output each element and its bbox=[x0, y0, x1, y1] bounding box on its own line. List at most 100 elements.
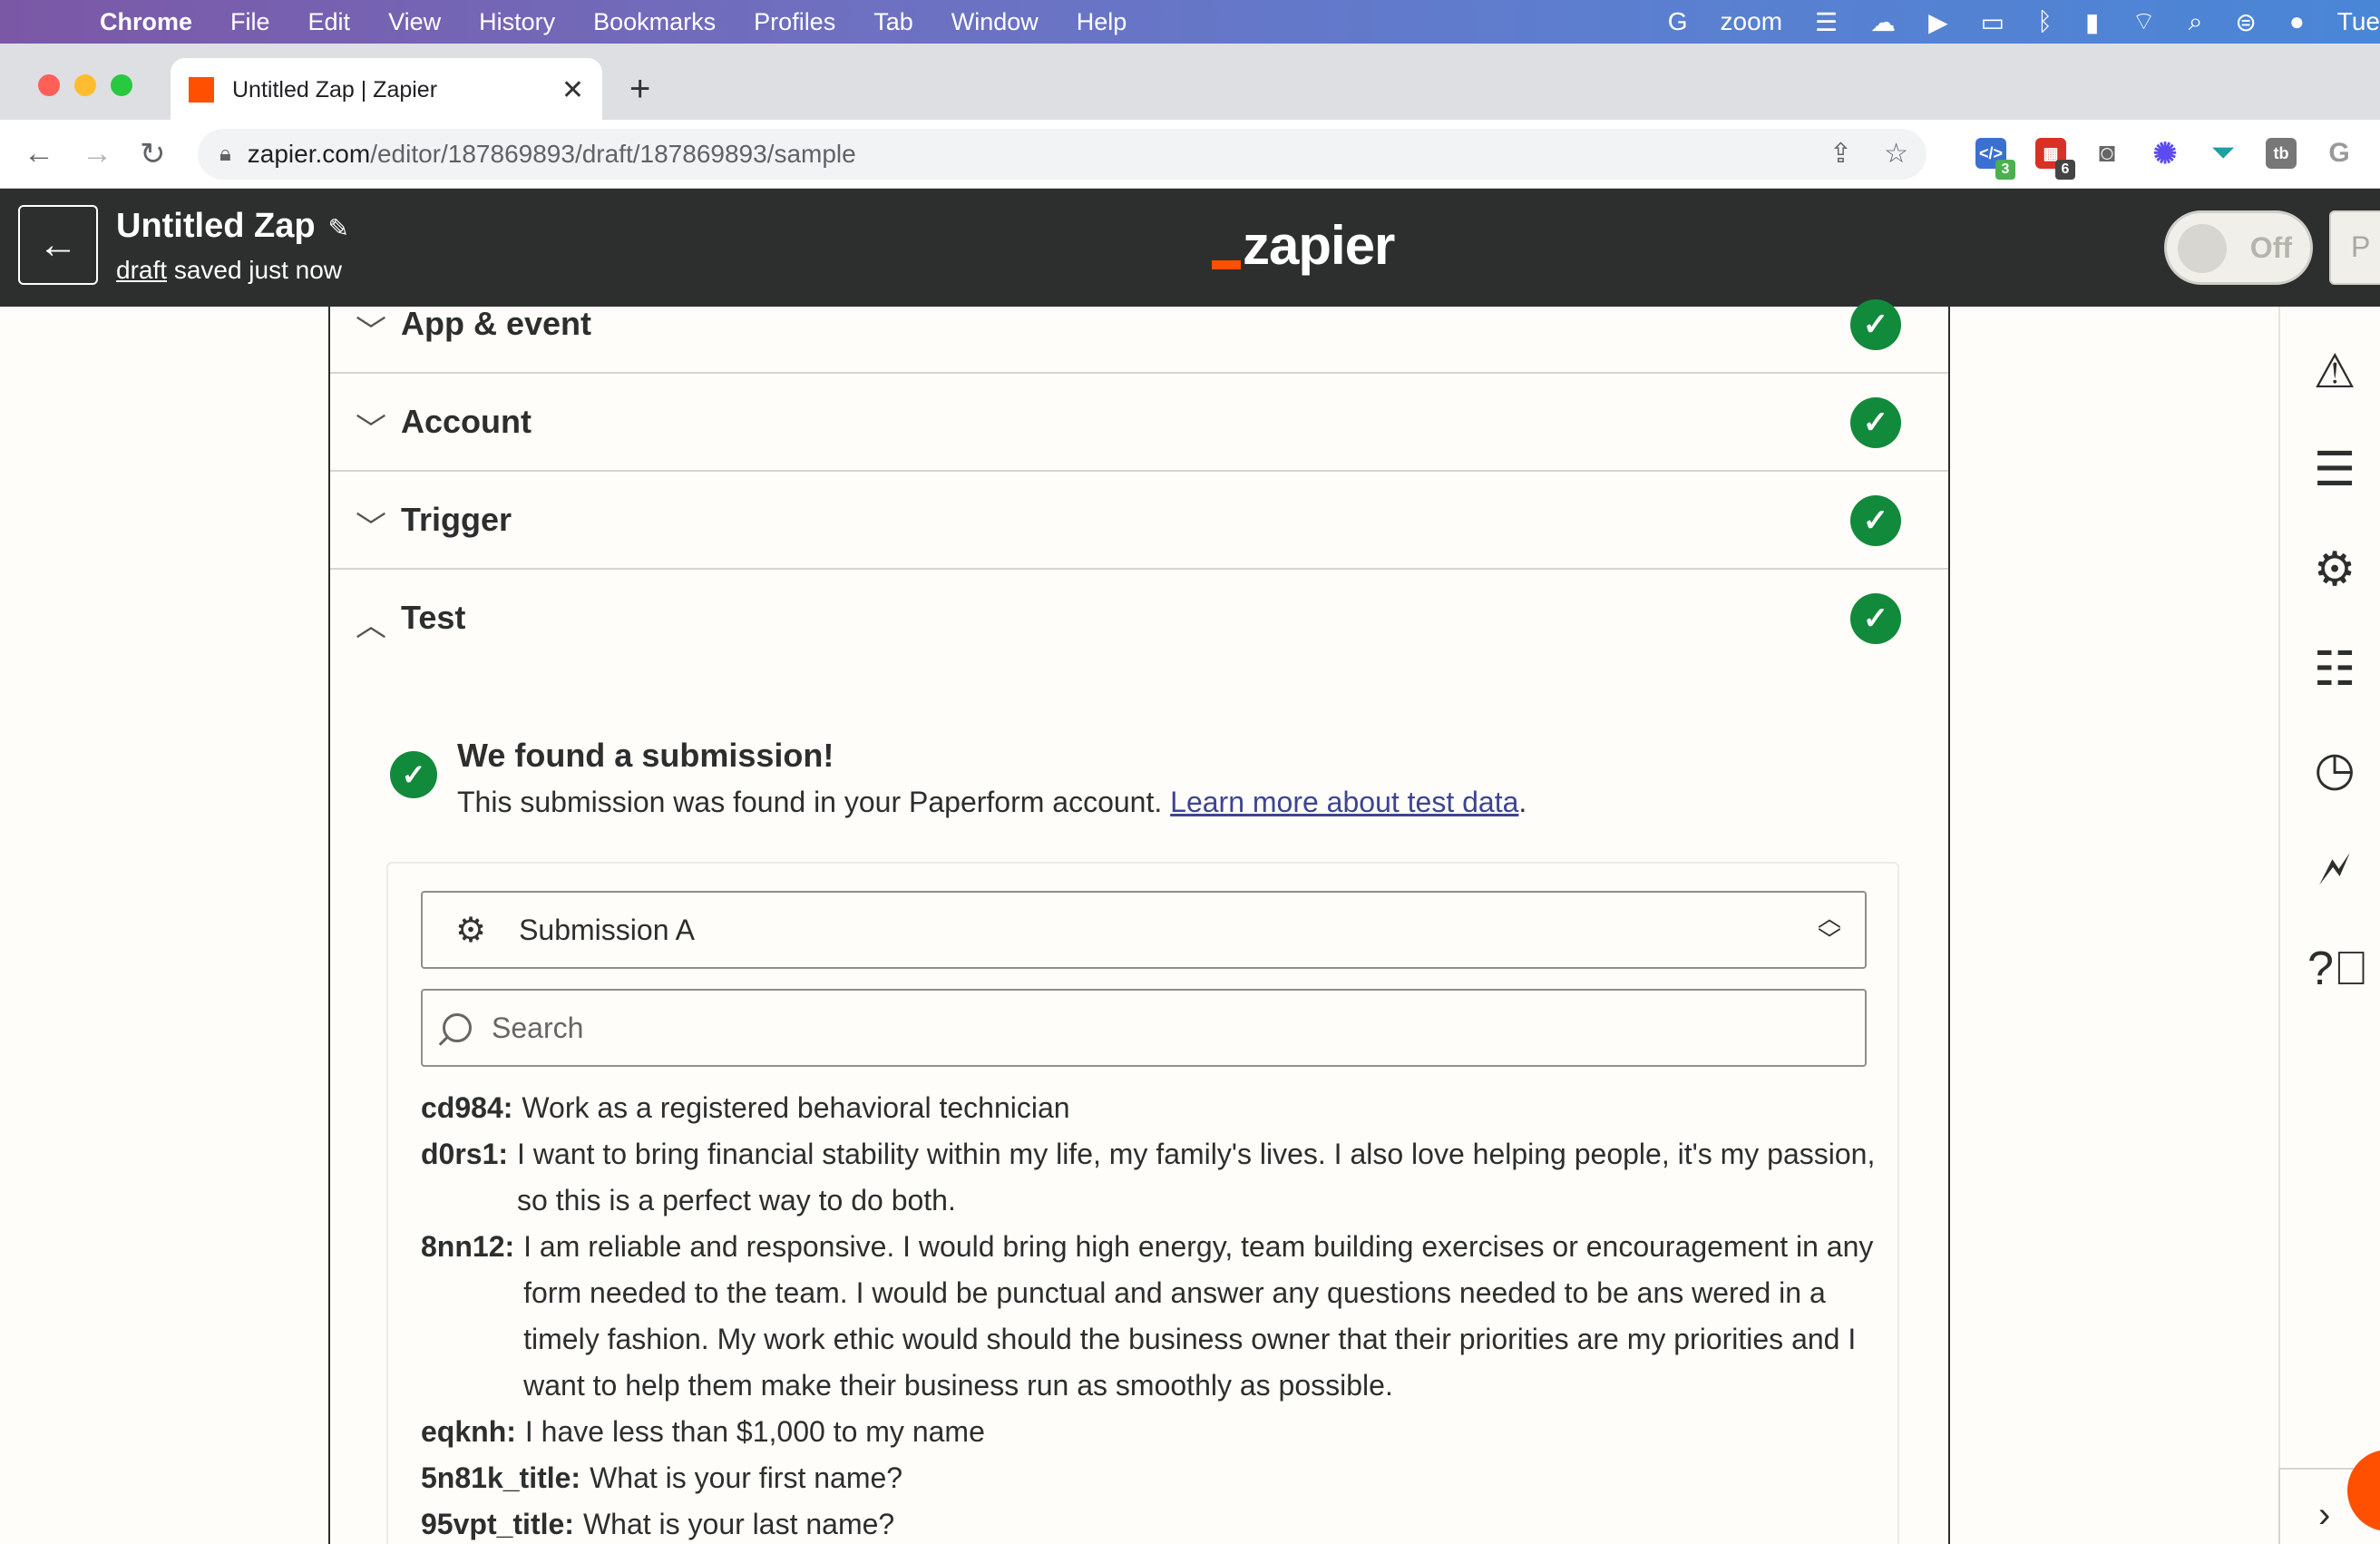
list-icon[interactable]: ☰ bbox=[2307, 443, 2362, 497]
cloud-icon[interactable]: ☁ bbox=[1870, 7, 1896, 37]
field-row[interactable]: cd984: Work as a registered behavioral te… bbox=[421, 1085, 1881, 1131]
chevron-down-icon: ﹀ bbox=[356, 511, 386, 545]
help-question-icon[interactable]: ?⃝ bbox=[2307, 942, 2369, 996]
spotlight-search-icon[interactable]: ⌕ bbox=[2189, 7, 2203, 37]
display-icon[interactable]: ▭ bbox=[1981, 7, 2004, 37]
checkmark-icon: ✓ bbox=[1850, 397, 1901, 448]
draft-link[interactable]: draft bbox=[116, 256, 167, 284]
checkmark-icon: ✓ bbox=[1850, 495, 1901, 546]
section-test[interactable]: ︿ Test ✓ bbox=[330, 570, 1948, 668]
menu-file[interactable]: File bbox=[230, 8, 270, 36]
back-arrow-icon[interactable]: ← bbox=[24, 136, 54, 171]
window-zoom-button[interactable] bbox=[111, 74, 132, 96]
menu-history[interactable]: History bbox=[479, 8, 555, 36]
browser-tab-active[interactable]: Untitled Zap | Zapier ✕ bbox=[171, 58, 602, 122]
field-value: Work as a registered behavioral technici… bbox=[522, 1091, 1070, 1124]
macos-menu-bar: Chrome File Edit View History Bookmarks … bbox=[0, 0, 2380, 44]
select-arrows-icon: ︿ ﹀ bbox=[1817, 904, 1841, 953]
forward-arrow-icon[interactable]: → bbox=[82, 136, 112, 171]
field-key: 5n81k_title: bbox=[421, 1461, 581, 1494]
lock-icon[interactable]: 🔒︎ bbox=[219, 142, 231, 167]
search-field[interactable] bbox=[421, 989, 1867, 1067]
new-tab-button[interactable]: + bbox=[629, 69, 650, 110]
bluetooth-icon[interactable]: ᛒ bbox=[2037, 7, 2053, 36]
field-key: eqknh: bbox=[421, 1415, 516, 1448]
address-url[interactable]: zapier.com/editor/187869893/draft/187869… bbox=[248, 140, 856, 169]
play-icon[interactable]: ▶ bbox=[1928, 7, 1948, 37]
extension-tb-icon[interactable]: tb bbox=[2266, 138, 2297, 169]
menu-view[interactable]: View bbox=[388, 8, 441, 36]
section-account[interactable]: ﹀ Account ✓ bbox=[330, 374, 1948, 472]
step-detail-panel: ﹀ App & event ✓ ﹀ Account ✓ ﹀ Trigger ✓ … bbox=[328, 299, 1950, 1544]
menu-window[interactable]: Window bbox=[951, 8, 1039, 36]
extension-calendar-icon[interactable]: ▦ 6 bbox=[2035, 138, 2075, 180]
menu-help[interactable]: Help bbox=[1077, 8, 1127, 36]
warning-icon[interactable]: ⚠ bbox=[2307, 345, 2362, 399]
notes-icon[interactable]: ☰ bbox=[1815, 7, 1838, 37]
test-data-card: ⚙ Submission A ︿﹀ cd984: Work as a regist… bbox=[386, 862, 1899, 1544]
section-trigger[interactable]: ﹀ Trigger ✓ bbox=[330, 472, 1948, 570]
menu-edit[interactable]: Edit bbox=[308, 8, 351, 36]
search-input[interactable] bbox=[492, 1011, 1761, 1045]
window-minimize-button[interactable] bbox=[74, 74, 96, 96]
menu-clock[interactable]: Tue bbox=[2337, 7, 2380, 36]
history-clock-icon[interactable]: ◷ bbox=[2307, 742, 2362, 796]
section-app-event[interactable]: ﹀ App & event ✓ bbox=[330, 276, 1948, 374]
bookmark-star-icon[interactable]: ☆ bbox=[1884, 138, 1908, 170]
tab-close-icon[interactable]: ✕ bbox=[561, 74, 584, 106]
zap-file-icon[interactable]: 🗲 bbox=[2307, 842, 2362, 896]
zoom-status[interactable]: zoom bbox=[1721, 7, 1782, 36]
extension-grammarly-icon[interactable]: G bbox=[2324, 138, 2355, 169]
wifi-icon[interactable]: ⌔ bbox=[2131, 6, 2155, 38]
field-row[interactable]: 95vpt_title: What is your last name? bbox=[421, 1501, 1881, 1544]
control-center-icon[interactable]: ⊜ bbox=[2235, 7, 2256, 37]
field-key: 8nn12: bbox=[421, 1230, 515, 1263]
pencil-icon[interactable]: ✎ bbox=[328, 214, 349, 242]
menu-app-name[interactable]: Chrome bbox=[100, 8, 192, 36]
grammarly-icon[interactable]: G bbox=[1668, 7, 1688, 36]
zap-on-off-toggle[interactable]: Off bbox=[2164, 210, 2313, 285]
extension-badge: 6 bbox=[2055, 160, 2075, 180]
back-button[interactable]: ← bbox=[18, 205, 98, 285]
versions-icon[interactable]: ☷ bbox=[2307, 642, 2362, 697]
logo-dash bbox=[1212, 260, 1241, 269]
battery-icon[interactable]: ▮ bbox=[2085, 7, 2099, 37]
share-icon[interactable]: ⇪ bbox=[1829, 138, 1852, 170]
address-bar[interactable]: 🔒︎ zapier.com/editor/187869893/draft/187… bbox=[198, 129, 1926, 180]
zap-title[interactable]: Untitled Zap ✎ bbox=[116, 207, 349, 246]
section-label: Account bbox=[401, 403, 532, 440]
extension-code-icon[interactable]: </> 3 bbox=[1975, 138, 2015, 180]
extension-filter-icon[interactable]: ⏷ bbox=[2208, 138, 2239, 169]
field-row[interactable]: 5n81k_title: What is your first name? bbox=[421, 1455, 1881, 1501]
chevron-down-icon: ﹀ bbox=[356, 315, 386, 349]
submission-fields: cd984: Work as a registered behavioral te… bbox=[421, 1085, 1881, 1544]
url-path: /editor/187869893/draft/187869893/sample bbox=[370, 140, 856, 168]
logo-text: zapier bbox=[1243, 215, 1395, 276]
extension-snowflake-icon[interactable]: ✺ bbox=[2150, 138, 2180, 169]
extension-camera-icon[interactable]: ◙ bbox=[2092, 138, 2122, 169]
selected-submission: Submission A bbox=[519, 913, 695, 946]
publish-button[interactable]: P bbox=[2329, 210, 2380, 285]
search-icon bbox=[443, 1013, 472, 1042]
field-value: What is your last name? bbox=[582, 1508, 895, 1540]
siri-icon[interactable]: ● bbox=[2289, 7, 2305, 36]
menu-profiles[interactable]: Profiles bbox=[754, 8, 835, 36]
submission-select[interactable]: ⚙ Submission A ︿ ﹀ bbox=[421, 891, 1867, 969]
paperform-icon: ⚙ bbox=[455, 911, 487, 950]
field-row[interactable]: eqknh: I have less than $1,000 to my name bbox=[421, 1409, 1881, 1455]
field-row[interactable]: 8nn12: I am reliable and responsive. I wo… bbox=[421, 1224, 1881, 1409]
window-close-button[interactable] bbox=[38, 74, 60, 96]
settings-gear-icon[interactable]: ⚙ bbox=[2307, 542, 2362, 597]
zapier-favicon-icon bbox=[189, 77, 214, 103]
field-row[interactable]: d0rs1: I want to bring financial stabilit… bbox=[421, 1131, 1881, 1224]
learn-more-link[interactable]: Learn more about test data bbox=[1170, 786, 1518, 818]
reload-icon[interactable]: ↻ bbox=[140, 136, 166, 172]
menu-tab[interactable]: Tab bbox=[873, 8, 913, 36]
editor-right-sidebar: ⚠ ☰ ⚙ ☷ ◷ 🗲 ?⃝ bbox=[2278, 307, 2380, 1544]
menu-bookmarks[interactable]: Bookmarks bbox=[593, 8, 716, 36]
toggle-knob bbox=[2178, 224, 2227, 273]
toggle-label: Off bbox=[2249, 231, 2292, 264]
extension-badge: 3 bbox=[1995, 160, 2015, 180]
zapier-logo[interactable]: zapier bbox=[1212, 214, 1395, 277]
field-value: I want to bring financial stability with… bbox=[517, 1138, 1876, 1217]
